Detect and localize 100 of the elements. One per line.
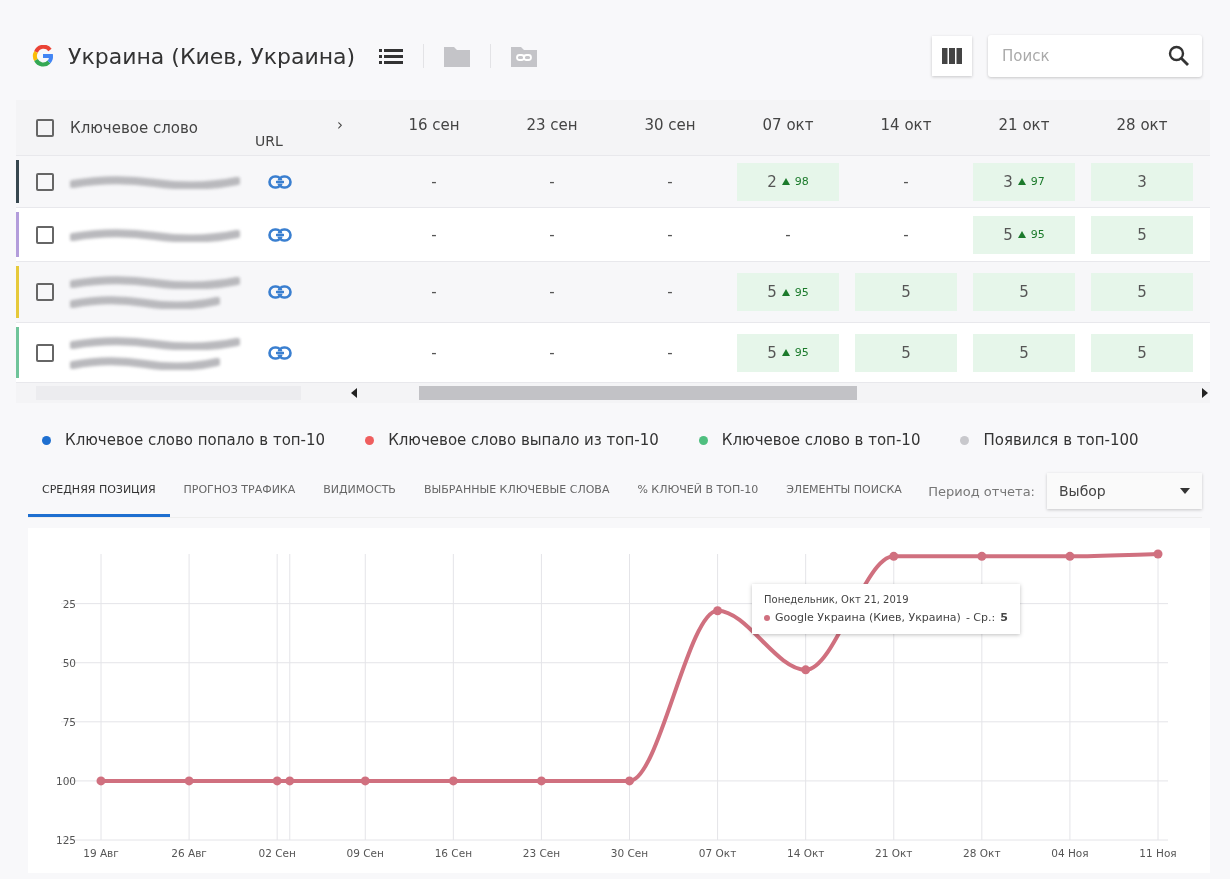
axis-label: 28 Окт: [963, 847, 1001, 859]
axis-label: 09 Сен: [346, 847, 384, 859]
column-header[interactable]: 28 окт: [1116, 116, 1168, 134]
column-header[interactable]: 23 сен: [526, 116, 578, 134]
tab[interactable]: % КЛЮЧЕЙ В ТОП-10: [623, 465, 773, 517]
legend-label: Ключевое слово выпало из топ-10: [388, 431, 659, 449]
axis-label: 21 Окт: [875, 847, 913, 859]
column-header[interactable]: 21 окт: [998, 116, 1050, 134]
list-icon[interactable]: [379, 47, 404, 65]
rank-value: -: [431, 225, 437, 244]
axis-label: 125: [55, 834, 76, 846]
rank-value: 2: [767, 172, 777, 191]
data-point[interactable]: [801, 665, 811, 675]
data-point[interactable]: [184, 776, 194, 786]
tab[interactable]: СРЕДНЯЯ ПОЗИЦИЯ: [28, 465, 170, 517]
column-header: URL: [255, 133, 283, 149]
axis-label: 04 Ноя: [1051, 847, 1089, 859]
period-label: Период отчета:: [928, 483, 1035, 499]
period-dropdown[interactable]: Выбор: [1047, 473, 1202, 509]
rank-value: -: [431, 343, 437, 362]
data-point[interactable]: [1065, 551, 1075, 561]
axis-label: 23 Сен: [522, 847, 561, 859]
column-header: Ключевое слово: [70, 118, 199, 137]
checkbox[interactable]: [36, 172, 54, 191]
change-value: 98: [794, 175, 809, 188]
data-point[interactable]: [285, 776, 295, 786]
link-icon[interactable]: [268, 227, 292, 242]
column-header[interactable]: 16 сен: [408, 116, 460, 134]
data-point[interactable]: [625, 776, 634, 786]
axis-label: 25: [62, 597, 76, 610]
axis-label: 30 Сен: [610, 847, 649, 859]
rank-value: 5: [1019, 283, 1029, 301]
data-point[interactable]: [713, 606, 723, 616]
tab[interactable]: ЭЛЕМЕНТЫ ПОИСКА: [772, 465, 916, 517]
rank-value: -: [785, 225, 791, 244]
link-icon[interactable]: [268, 285, 292, 299]
change-value: 95: [794, 285, 809, 299]
data-point[interactable]: [360, 776, 370, 786]
rank-value: 3: [1137, 172, 1147, 191]
rank-value: -: [549, 283, 555, 301]
series-dot: [764, 614, 770, 621]
up-triangle-icon: [781, 288, 790, 296]
data-point[interactable]: [272, 776, 282, 786]
legend-label: Появился в топ-100: [983, 431, 1139, 449]
change-value: 95: [794, 346, 809, 359]
rank-value: 5: [901, 343, 911, 362]
rank-value: 5: [767, 343, 777, 362]
column-header[interactable]: 14 окт: [880, 116, 932, 134]
up-triangle-icon: [1017, 231, 1026, 238]
checkbox[interactable]: [36, 343, 54, 362]
tab[interactable]: ПРОГНОЗ ТРАФИКА: [169, 465, 310, 517]
data-point[interactable]: [448, 776, 458, 786]
rank-value: 5: [1019, 343, 1029, 362]
checkbox[interactable]: [36, 283, 54, 301]
axis-label: 14 Окт: [786, 847, 825, 859]
rank-value: 5: [1003, 225, 1013, 244]
column-header[interactable]: 30 сен: [644, 116, 696, 134]
column-header: ›: [337, 116, 343, 134]
checkbox[interactable]: [36, 225, 54, 244]
columns-button[interactable]: [932, 36, 972, 76]
axis-label: 19 Авг: [83, 847, 119, 859]
axis-label: 11 Ноя: [1139, 847, 1177, 859]
tooltip-value: 5: [1000, 611, 1008, 624]
rank-value: -: [903, 225, 909, 244]
search-field[interactable]: Поиск: [988, 35, 1202, 77]
rank-value: -: [431, 283, 437, 301]
caret-icon: [1180, 488, 1190, 494]
rank-value: 3: [1003, 172, 1013, 191]
rank-value: -: [667, 225, 673, 244]
scroll-right-icon[interactable]: [1200, 388, 1208, 398]
link-icon[interactable]: [268, 345, 292, 360]
tab[interactable]: ВИДИМОСТЬ: [309, 465, 410, 517]
rank-value: -: [903, 172, 909, 191]
data-point[interactable]: [536, 776, 546, 786]
data-point[interactable]: [977, 551, 987, 561]
rank-value: 5: [1137, 343, 1147, 362]
column-header[interactable]: 07 окт: [762, 116, 814, 134]
tooltip-label: - Ср.:: [965, 611, 996, 624]
tab[interactable]: ВЫБРАННЫЕ КЛЮЧЕВЫЕ СЛОВА: [409, 465, 624, 517]
link-icon[interactable]: [268, 174, 292, 189]
axis-label: 50: [62, 656, 76, 669]
data-point[interactable]: [1153, 549, 1163, 559]
rank-value: -: [431, 172, 437, 191]
rank-value: -: [667, 283, 673, 301]
checkbox[interactable]: [36, 118, 54, 137]
axis-label: 26 Авг: [171, 847, 207, 859]
rank-value: -: [667, 343, 673, 362]
axis-label: 02 Сен: [258, 847, 296, 859]
scroll-left-icon[interactable]: [351, 388, 359, 398]
change-value: 95: [1030, 228, 1045, 241]
rank-value: -: [549, 343, 555, 362]
data-point[interactable]: [96, 776, 106, 786]
up-triangle-icon: [781, 178, 790, 185]
up-triangle-icon: [781, 349, 790, 356]
tooltip-date: Понедельник, Окт 21, 2019: [764, 594, 910, 605]
rank-value: -: [667, 172, 673, 191]
up-triangle-icon: [1017, 178, 1026, 185]
data-point[interactable]: [889, 551, 899, 561]
search-icon[interactable]: [1168, 45, 1190, 67]
rank-value: 5: [1137, 283, 1147, 301]
